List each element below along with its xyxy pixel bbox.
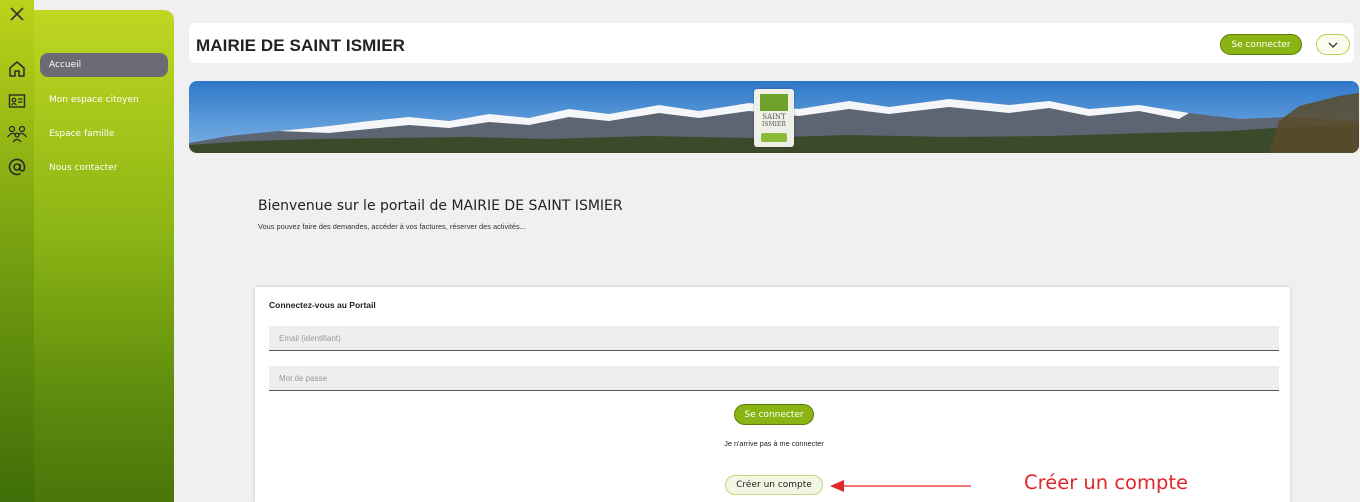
welcome-title: Bienvenue sur le portail de MAIRIE DE SA… — [258, 198, 623, 214]
sidebar-item-espace-famille[interactable]: Espace famille — [40, 122, 168, 146]
header-login-button[interactable]: Se connecter — [1220, 34, 1302, 55]
sidebar-item-nous-contacter[interactable]: Nous contacter — [40, 156, 168, 180]
sidebar-item-label: Accueil — [49, 60, 82, 70]
account-dropdown-button[interactable] — [1316, 34, 1350, 55]
sidebar-item-label: Espace famille — [49, 129, 115, 139]
forgot-login-link[interactable]: Je n'arrive pas à me connecter — [657, 439, 891, 448]
logo-line-1: SAINT — [762, 113, 786, 121]
family-icon[interactable] — [5, 122, 29, 146]
email-field[interactable] — [269, 326, 1279, 351]
close-icon[interactable] — [5, 2, 29, 26]
login-card: Connectez-vous au Portail Se connecter J… — [255, 287, 1290, 502]
create-account-button[interactable]: Créer un compte — [725, 475, 823, 495]
login-button[interactable]: Se connecter — [734, 404, 814, 425]
sidebar-item-mon-espace-citoyen[interactable]: Mon espace citoyen — [40, 88, 168, 112]
at-sign-icon[interactable] — [5, 155, 29, 179]
sidebar-item-label: Nous contacter — [49, 163, 118, 173]
page-title: MAIRIE DE SAINT ISMIER — [196, 36, 406, 55]
welcome-subtitle: Vous pouvez faire des demandes, accéder … — [258, 222, 526, 231]
chevron-down-icon — [1328, 42, 1338, 48]
password-field[interactable] — [269, 366, 1279, 391]
id-card-icon[interactable] — [5, 89, 29, 113]
annotation-label: Créer un compte — [1024, 471, 1188, 494]
sidebar: Accueil Mon espace citoyen Espace famill… — [34, 10, 174, 502]
saint-ismier-logo: SAINT ISMIER — [754, 89, 794, 147]
header-bar: MAIRIE DE SAINT ISMIER Se connecter — [189, 23, 1354, 63]
login-card-title: Connectez-vous au Portail — [269, 300, 376, 310]
sidebar-item-accueil[interactable]: Accueil — [40, 53, 168, 77]
icon-rail — [0, 0, 34, 502]
sidebar-item-label: Mon espace citoyen — [49, 95, 139, 105]
home-icon[interactable] — [5, 57, 29, 81]
logo-line-2: ISMIER — [762, 121, 786, 128]
annotation-arrow-icon — [830, 480, 971, 492]
